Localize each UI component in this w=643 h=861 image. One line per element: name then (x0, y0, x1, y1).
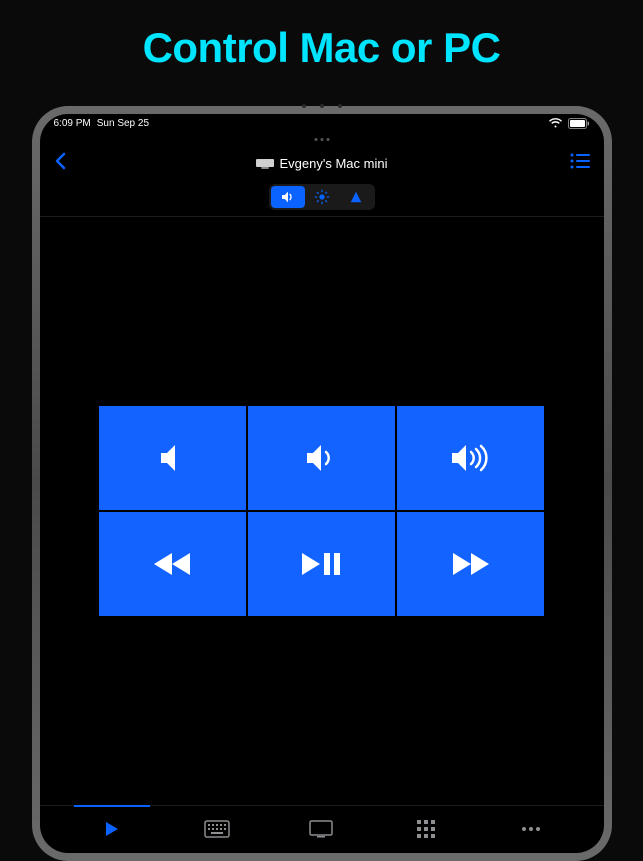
status-date: Sun Sep 25 (97, 118, 149, 129)
segmented-control (269, 184, 375, 210)
tab-more[interactable] (511, 814, 551, 844)
status-bar: 6:09 PM Sun Sep 25 (40, 114, 604, 132)
volume-up-button[interactable] (397, 406, 544, 510)
tab-apps[interactable] (406, 814, 446, 844)
mute-button[interactable] (99, 406, 246, 510)
multitask-dots (314, 138, 329, 141)
main-area (40, 217, 604, 805)
nav-title: Evgeny's Mac mini (256, 156, 388, 171)
speaker-dots (302, 104, 342, 108)
list-button[interactable] (570, 153, 590, 174)
back-button[interactable] (54, 151, 68, 176)
mac-mini-icon (256, 159, 274, 167)
rewind-button[interactable] (99, 512, 246, 616)
status-time: 6:09 PM (54, 118, 91, 129)
segmented-control-wrap (40, 180, 604, 217)
segment-volume[interactable] (271, 186, 305, 208)
fast-forward-button[interactable] (397, 512, 544, 616)
tab-media[interactable] (92, 814, 132, 844)
headline: Control Mac or PC (0, 0, 643, 72)
segment-brightness[interactable] (305, 186, 339, 208)
nav-header: Evgeny's Mac mini (40, 146, 604, 180)
control-grid (99, 406, 545, 616)
tab-bar (40, 805, 604, 853)
tablet-screen: 6:09 PM Sun Sep 25 Evgeny's Mac mini (40, 114, 604, 853)
device-name: Evgeny's Mac mini (280, 156, 388, 171)
tab-keyboard[interactable] (197, 814, 237, 844)
volume-down-button[interactable] (248, 406, 395, 510)
tablet-frame: 6:09 PM Sun Sep 25 Evgeny's Mac mini (32, 106, 612, 861)
battery-icon (568, 118, 590, 129)
tab-screen[interactable] (301, 814, 341, 844)
segment-navigation[interactable] (339, 186, 373, 208)
wifi-icon (549, 118, 562, 128)
play-pause-button[interactable] (248, 512, 395, 616)
